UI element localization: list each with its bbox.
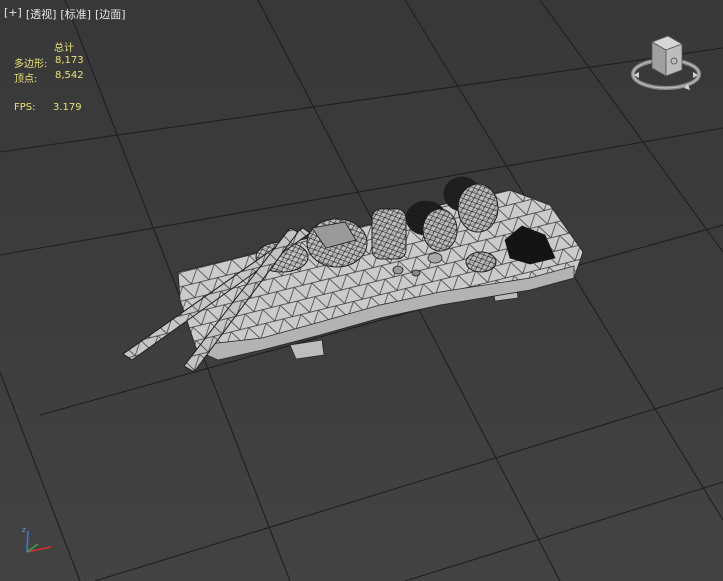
stats-polygons-value: 8,173 [55, 55, 84, 66]
sushi-plate-model[interactable] [0, 0, 723, 581]
viewport-shading-quality-menu[interactable]: [标准] [60, 6, 91, 22]
perspective-viewport[interactable]: [+] [透视] [标准] [边面] 总计 多边形: 8,173 顶点: 8,5… [0, 0, 723, 581]
stats-polygons-label: 多边形: [14, 59, 48, 70]
stats-total-label: 总计 [54, 43, 74, 54]
stats-vertices-label: 顶点: [14, 74, 38, 85]
stats-fps-label: FPS: [14, 102, 36, 113]
viewport-label-bar: [+] [透视] [标准] [边面] [4, 6, 126, 22]
plate-mesh [177, 189, 584, 361]
viewport-view-menu[interactable]: [透视] [26, 6, 57, 22]
stats-fps-value: 3.179 [53, 102, 82, 113]
viewport-display-mode-menu[interactable]: [边面] [95, 6, 126, 22]
stats-vertices-value: 8,542 [55, 70, 84, 81]
viewcube-icon[interactable] [628, 28, 704, 98]
viewport-general-menu[interactable]: [+] [4, 6, 22, 22]
